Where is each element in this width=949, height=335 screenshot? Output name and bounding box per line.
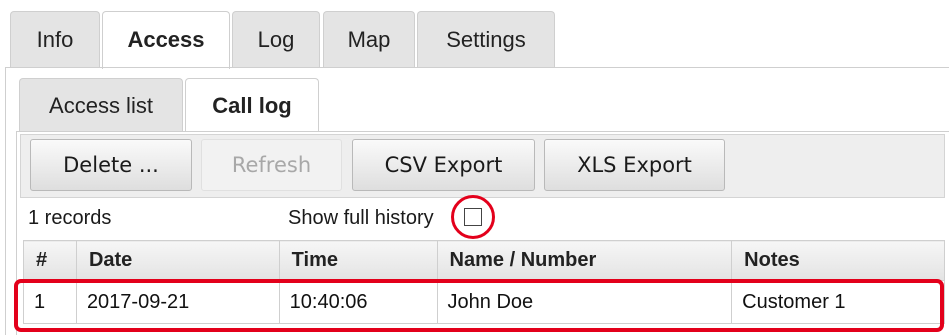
delete-button[interactable]: Delete ...: [30, 139, 192, 191]
xls-export-button[interactable]: XLS Export: [544, 139, 725, 191]
tab-access[interactable]: Access: [102, 11, 230, 69]
cell-number: 1: [23, 280, 77, 324]
cell-time: 10:40:06: [278, 280, 438, 324]
cell-date: 2017-09-21: [75, 280, 280, 324]
tab-call-log[interactable]: Call log: [185, 78, 319, 134]
tab-log[interactable]: Log: [232, 11, 320, 67]
table-header-row: # Date Time Name / Number Notes: [23, 240, 945, 281]
column-header-time[interactable]: Time: [278, 240, 438, 281]
show-history-checkbox[interactable]: [464, 208, 482, 226]
tab-access-list[interactable]: Access list: [19, 78, 183, 132]
cell-notes: Customer 1: [731, 280, 945, 324]
show-history-label: Show full history: [288, 207, 434, 229]
tab-info[interactable]: Info: [10, 11, 100, 67]
cell-name-number: John Doe: [436, 280, 733, 324]
tab-map[interactable]: Map: [323, 11, 415, 67]
table-row[interactable]: 1 2017-09-21 10:40:06 John Doe Customer …: [23, 280, 945, 324]
refresh-button[interactable]: Refresh: [201, 139, 342, 191]
call-log-table: # Date Time Name / Number Notes 1 2017-0…: [23, 240, 945, 324]
column-header-name-number[interactable]: Name / Number: [436, 240, 733, 281]
column-header-number[interactable]: #: [23, 240, 77, 281]
column-header-notes[interactable]: Notes: [731, 240, 945, 281]
csv-export-button[interactable]: CSV Export: [352, 139, 535, 191]
tab-settings[interactable]: Settings: [417, 11, 555, 67]
records-count: 1 records: [28, 207, 112, 229]
column-header-date[interactable]: Date: [75, 240, 280, 281]
